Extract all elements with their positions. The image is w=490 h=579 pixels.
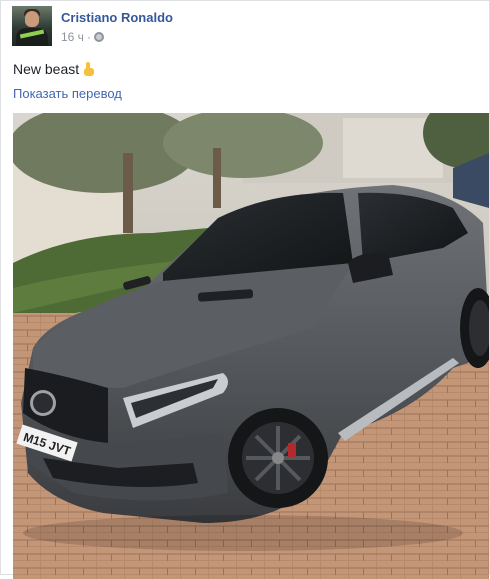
post-card: Cristiano Ronaldo 16 ч · New beast Показ… bbox=[0, 0, 490, 579]
car-photo: M15 JVT bbox=[13, 113, 489, 579]
author-name[interactable]: Cristiano Ronaldo bbox=[61, 10, 173, 25]
meta-separator: · bbox=[86, 30, 91, 44]
post-time[interactable]: 16 ч bbox=[61, 30, 84, 44]
globe-icon bbox=[93, 32, 104, 42]
post-text-row: New beast bbox=[13, 61, 95, 77]
author-avatar[interactable] bbox=[12, 6, 52, 46]
post-photo[interactable]: M15 JVT bbox=[13, 113, 489, 579]
post-meta: 16 ч · bbox=[61, 30, 104, 44]
see-translation-link[interactable]: Показать перевод bbox=[13, 86, 122, 101]
post-text: New beast bbox=[13, 61, 80, 77]
pointing-hand-emoji bbox=[81, 61, 95, 77]
